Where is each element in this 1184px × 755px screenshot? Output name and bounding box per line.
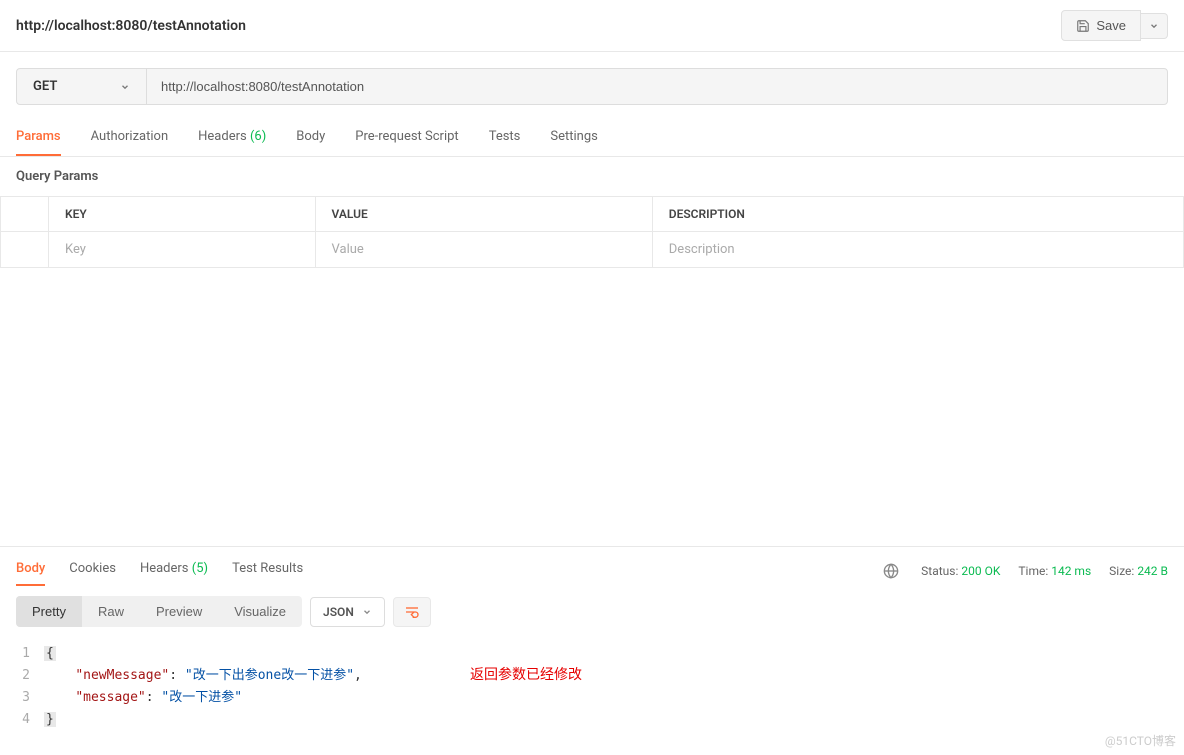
request-title: http://localhost:8080/testAnnotation bbox=[16, 18, 1061, 34]
url-input[interactable] bbox=[147, 69, 1167, 104]
size-value: 242 B bbox=[1137, 564, 1168, 578]
resp-tab-body[interactable]: Body bbox=[16, 555, 45, 586]
table-row[interactable]: Key Value Description bbox=[1, 232, 1184, 268]
format-select[interactable]: JSON bbox=[310, 597, 385, 627]
lineno: 3 bbox=[16, 687, 44, 709]
col-description: DESCRIPTION bbox=[652, 197, 1183, 232]
chevron-down-icon bbox=[362, 607, 372, 617]
tab-tests[interactable]: Tests bbox=[489, 121, 521, 156]
tab-headers[interactable]: Headers (6) bbox=[198, 121, 266, 156]
wrap-icon bbox=[404, 605, 420, 619]
method-value: GET bbox=[33, 79, 57, 94]
wrap-lines-button[interactable] bbox=[393, 597, 431, 627]
col-checkbox bbox=[1, 197, 49, 232]
resp-tab-headers-label: Headers bbox=[140, 561, 189, 576]
method-select[interactable]: GET bbox=[17, 69, 147, 104]
save-label: Save bbox=[1096, 18, 1126, 33]
resp-tab-cookies[interactable]: Cookies bbox=[69, 555, 116, 586]
annotation-text: 返回参数已经修改 bbox=[470, 663, 582, 685]
description-cell[interactable]: Description bbox=[652, 232, 1183, 268]
save-dropdown-button[interactable] bbox=[1141, 13, 1168, 39]
col-value: VALUE bbox=[315, 197, 652, 232]
key-cell[interactable]: Key bbox=[49, 232, 316, 268]
lineno: 4 bbox=[16, 709, 44, 731]
format-value: JSON bbox=[323, 605, 354, 619]
resp-tab-headers-count: (5) bbox=[192, 561, 208, 576]
chevron-down-icon bbox=[1149, 21, 1159, 31]
url-bar: GET bbox=[16, 68, 1168, 105]
lineno: 1 bbox=[16, 643, 44, 665]
time-label: Time: bbox=[1018, 564, 1048, 578]
tab-settings[interactable]: Settings bbox=[550, 121, 597, 156]
tab-prerequest[interactable]: Pre-request Script bbox=[355, 121, 458, 156]
status-value: 200 OK bbox=[961, 564, 1000, 578]
resp-tab-testresults[interactable]: Test Results bbox=[232, 555, 303, 586]
size-label: Size: bbox=[1109, 564, 1134, 578]
size-group: Size: 242 B bbox=[1109, 564, 1168, 578]
tab-authorization[interactable]: Authorization bbox=[91, 121, 169, 156]
params-table: KEY VALUE DESCRIPTION Key Value Descript… bbox=[0, 196, 1184, 268]
query-params-label: Query Params bbox=[0, 157, 1184, 196]
time-group: Time: 142 ms bbox=[1018, 564, 1091, 578]
status-label: Status: bbox=[921, 564, 958, 578]
view-raw[interactable]: Raw bbox=[82, 596, 140, 627]
time-value: 142 ms bbox=[1051, 564, 1091, 578]
tab-headers-count: (6) bbox=[250, 129, 266, 144]
value-cell[interactable]: Value bbox=[315, 232, 652, 268]
col-key: KEY bbox=[49, 197, 316, 232]
status-group: Status: 200 OK bbox=[921, 564, 1000, 578]
json-key: "message" bbox=[75, 690, 145, 705]
json-value: "改一下进参" bbox=[161, 690, 242, 705]
globe-icon[interactable] bbox=[883, 563, 899, 579]
tab-body[interactable]: Body bbox=[296, 121, 325, 156]
response-body[interactable]: 1 { 2 "newMessage": "改一下出参one改一下进参", 3 "… bbox=[0, 637, 1184, 755]
chevron-down-icon bbox=[120, 82, 130, 92]
json-value: "改一下出参one改一下进参" bbox=[185, 668, 354, 683]
tab-params[interactable]: Params bbox=[16, 121, 61, 156]
save-icon bbox=[1076, 19, 1090, 33]
resp-tab-headers[interactable]: Headers (5) bbox=[140, 555, 208, 586]
view-visualize[interactable]: Visualize bbox=[218, 596, 302, 627]
lineno: 2 bbox=[16, 665, 44, 687]
save-button[interactable]: Save bbox=[1061, 10, 1141, 41]
tab-headers-label: Headers bbox=[198, 129, 247, 144]
json-key: "newMessage" bbox=[75, 668, 169, 683]
watermark: @51CTO博客 bbox=[1105, 732, 1176, 749]
view-pretty[interactable]: Pretty bbox=[16, 596, 82, 627]
view-preview[interactable]: Preview bbox=[140, 596, 218, 627]
